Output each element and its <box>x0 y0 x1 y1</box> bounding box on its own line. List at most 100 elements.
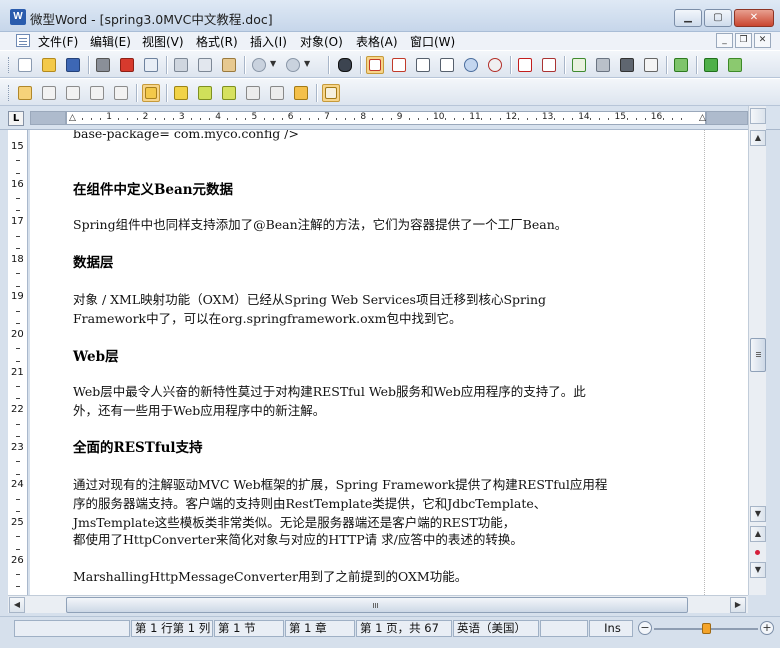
scroll-left-button[interactable]: ◀ <box>9 597 25 613</box>
prev-note-icon[interactable] <box>88 84 106 102</box>
horizontal-scroll-thumb[interactable] <box>66 597 688 613</box>
paste-icon[interactable] <box>220 56 238 74</box>
cut-icon[interactable] <box>172 56 190 74</box>
menu-format[interactable]: 格式(R) <box>196 33 238 50</box>
left-indent-marker[interactable]: △ <box>69 113 76 123</box>
vertical-ruler-tick <box>16 198 20 199</box>
font-color-icon[interactable] <box>516 56 534 74</box>
highlight-4-icon[interactable] <box>244 84 262 102</box>
spell-check-icon[interactable] <box>570 56 588 74</box>
document-icon[interactable] <box>16 34 30 47</box>
previous-page-button[interactable]: ▲ <box>750 526 766 542</box>
line-icon[interactable] <box>642 56 660 74</box>
split-handle[interactable] <box>750 108 766 124</box>
undo-dropdown-icon[interactable]: ▼ <box>270 59 276 68</box>
status-language[interactable]: 英语（美国） <box>453 620 539 637</box>
word-app-icon[interactable]: W <box>10 9 26 25</box>
vertical-scrollbar[interactable]: ▲ ▼ ▲ ▼ <box>748 106 766 595</box>
menu-bar: 文件(F) 编辑(E) 视图(V) 格式(R) 插入(I) 对象(O) 表格(A… <box>0 32 780 50</box>
paragraph-mark-icon[interactable] <box>702 56 720 74</box>
vertical-ruler[interactable]: 15 16 17 18 19 20 21 22 23 24 25 26 <box>8 130 28 595</box>
zoom-slider-thumb[interactable] <box>702 623 711 634</box>
ruler-number: 9 <box>396 112 403 122</box>
undo-icon[interactable] <box>250 56 268 74</box>
document-canvas[interactable]: base-package= com.myco.config /> 在组件中定义Be… <box>30 130 748 595</box>
right-indent-marker[interactable]: △ <box>699 113 706 123</box>
section-heading: 在组件中定义Bean元数据 <box>73 182 234 198</box>
highlight-2-icon[interactable] <box>196 84 214 102</box>
word-count-icon[interactable] <box>594 56 612 74</box>
zoom-out-button[interactable]: − <box>638 621 652 635</box>
menu-file[interactable]: 文件(F) <box>38 33 78 50</box>
ruler-tick-mark <box>136 118 138 120</box>
open-folder-icon[interactable] <box>40 56 58 74</box>
sync-icon[interactable] <box>672 56 690 74</box>
percent-icon[interactable] <box>486 56 504 74</box>
ruler-number: 15 <box>614 112 626 122</box>
normal-view-icon[interactable] <box>390 56 408 74</box>
ruler-tick-mark <box>490 118 492 120</box>
minimize-button[interactable]: ▁ <box>674 9 702 27</box>
print-preview-icon[interactable] <box>142 56 160 74</box>
page-view-icon[interactable] <box>366 56 384 74</box>
format-painter-icon[interactable] <box>618 56 636 74</box>
ruler-tick-mark <box>644 118 646 120</box>
horizontal-scrollbar[interactable]: ◀ ▶ <box>8 595 748 613</box>
menu-table[interactable]: 表格(A) <box>356 33 398 50</box>
ruler-tick-mark <box>172 118 174 120</box>
vertical-ruler-tick <box>16 461 20 463</box>
zoom-in-button[interactable]: + <box>760 621 774 635</box>
vertical-ruler-tick <box>16 323 20 325</box>
status-extra <box>540 620 588 637</box>
scroll-down-button[interactable]: ▼ <box>750 506 766 522</box>
menu-edit[interactable]: 编辑(E) <box>90 33 131 50</box>
next-page-button[interactable]: ▼ <box>750 562 766 578</box>
delete-note-icon[interactable] <box>64 84 82 102</box>
find-icon[interactable] <box>336 56 354 74</box>
new-document-icon[interactable] <box>16 56 34 74</box>
browse-object-icon[interactable] <box>755 550 760 555</box>
track-changes-icon[interactable] <box>322 84 340 102</box>
highlight-5-icon[interactable] <box>268 84 286 102</box>
toolbar-grip[interactable] <box>8 57 11 73</box>
highlight-6-icon[interactable] <box>292 84 310 102</box>
maximize-button[interactable]: ▢ <box>704 9 732 27</box>
text-box-icon[interactable] <box>540 56 558 74</box>
tab-stop-selector[interactable]: L <box>8 111 24 126</box>
special-chars-icon[interactable] <box>726 56 744 74</box>
horizontal-ruler[interactable]: 1 2 3 4 5 6 7 8 9 10 11 12 13 14 15 16 △ △ <box>66 111 706 125</box>
menu-window[interactable]: 窗口(W) <box>410 33 455 50</box>
highlight-3-icon[interactable] <box>220 84 238 102</box>
ruler-tick-mark <box>345 118 347 120</box>
outline-view-icon[interactable] <box>414 56 432 74</box>
export-pdf-icon[interactable] <box>118 56 136 74</box>
doc-minimize-button[interactable]: _ <box>716 33 733 48</box>
insert-note-icon[interactable] <box>16 84 34 102</box>
toolbar-grip[interactable] <box>8 85 11 101</box>
menu-view[interactable]: 视图(V) <box>142 33 184 50</box>
zoom-icon[interactable] <box>462 56 480 74</box>
vertical-ruler-number: 18 <box>11 253 24 265</box>
ruler-number: 3 <box>178 112 185 122</box>
status-insert-mode[interactable]: Ins <box>589 620 633 637</box>
web-view-icon[interactable] <box>438 56 456 74</box>
vertical-ruler-tick <box>16 548 20 550</box>
save-icon[interactable] <box>64 56 82 74</box>
paragraph-line: 通过对现有的注解驱动MVC Web框架的扩展，Spring Framework提… <box>73 477 608 492</box>
copy-icon[interactable] <box>196 56 214 74</box>
next-note-icon[interactable] <box>112 84 130 102</box>
scroll-up-button[interactable]: ▲ <box>750 130 766 146</box>
edit-note-icon[interactable] <box>40 84 58 102</box>
menu-object[interactable]: 对象(O) <box>300 33 343 50</box>
print-icon[interactable] <box>94 56 112 74</box>
close-button[interactable]: ✕ <box>734 9 774 27</box>
doc-close-button[interactable]: ✕ <box>754 33 771 48</box>
scroll-right-button[interactable]: ▶ <box>730 597 746 613</box>
doc-restore-button[interactable]: ❐ <box>735 33 752 48</box>
folder-icon[interactable] <box>142 84 160 102</box>
highlight-1-icon[interactable] <box>172 84 190 102</box>
menu-insert[interactable]: 插入(I) <box>250 33 287 50</box>
vertical-scroll-thumb[interactable] <box>750 338 766 372</box>
redo-dropdown-icon[interactable]: ▼ <box>304 59 310 68</box>
redo-icon[interactable] <box>284 56 302 74</box>
